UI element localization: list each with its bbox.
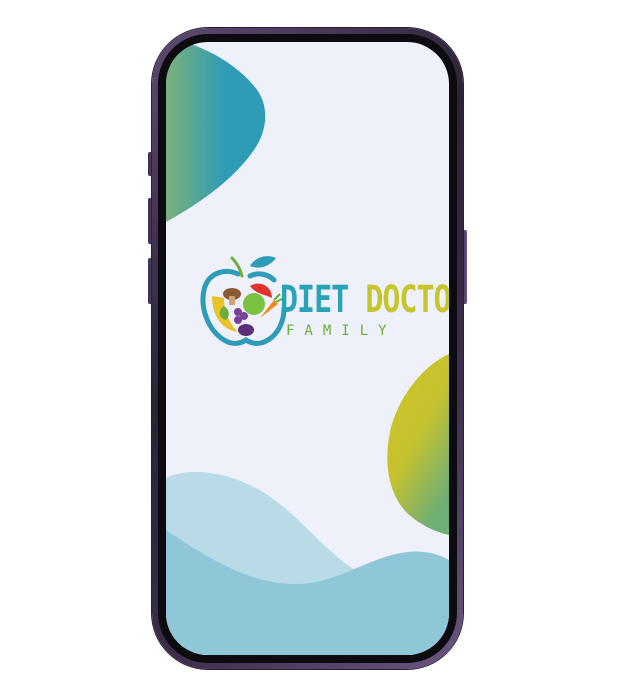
brand-word-diet: DIET [280, 278, 349, 322]
right-blob [387, 354, 449, 535]
app-logo: DIET DOCTOR FAMILY [198, 246, 449, 358]
mockup-stage: DIET DOCTOR FAMILY [0, 0, 617, 698]
top-left-blob [166, 42, 266, 222]
phone-frame: DIET DOCTOR FAMILY [152, 28, 463, 669]
splash-screen: DIET DOCTOR FAMILY [166, 42, 449, 655]
brand-subtitle: FAMILY [286, 323, 397, 339]
brand-word-doctor: DOCTOR [365, 278, 449, 322]
brand-title: DIET DOCTOR [280, 281, 449, 320]
